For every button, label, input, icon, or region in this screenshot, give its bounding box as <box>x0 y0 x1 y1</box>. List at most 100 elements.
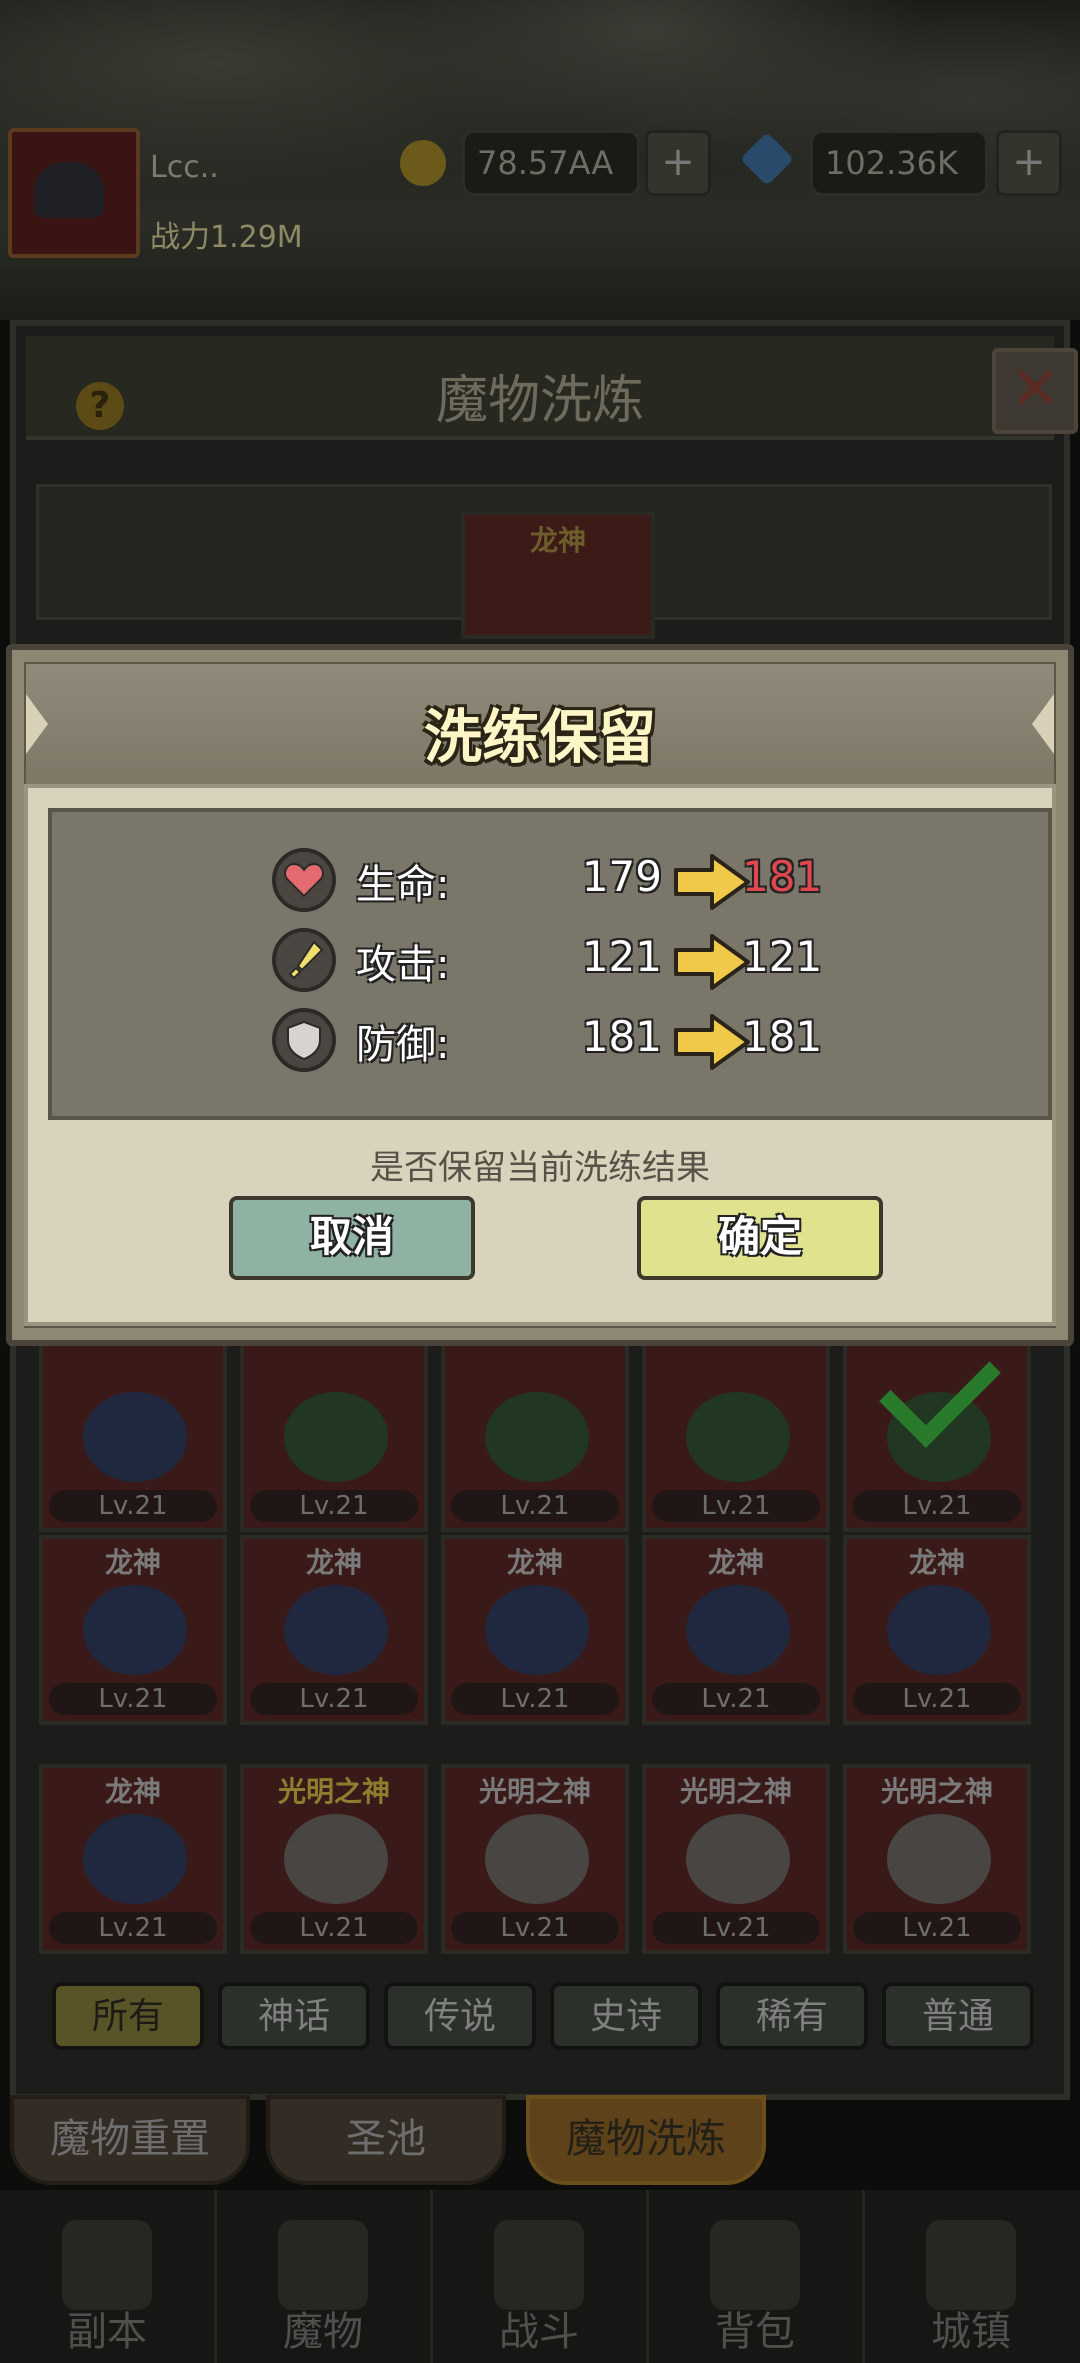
player-name: Lcc.. <box>150 150 219 185</box>
monster-card[interactable]: 光明之神 Lv.21 <box>441 1764 629 1954</box>
gold-amount: 78.57AA <box>462 130 640 196</box>
power-value: 战力1.29M <box>150 220 303 255</box>
monster-level: Lv.21 <box>853 1912 1021 1944</box>
monster-portrait <box>686 1585 790 1675</box>
monster-name: 龙神 <box>506 1546 563 1579</box>
monster-card[interactable]: 龙神 Lv.21 <box>441 1535 629 1725</box>
gem-amount: 102.36K <box>810 130 988 196</box>
nav-town[interactable]: 城镇 <box>864 2190 1078 2363</box>
arrow-right-icon <box>674 934 750 990</box>
monster-card[interactable]: Lv.21 <box>441 1342 629 1532</box>
filter-button[interactable]: 所有 <box>52 1982 204 2050</box>
monster-level: Lv.21 <box>451 1490 619 1522</box>
monster-portrait <box>686 1814 790 1904</box>
nav-label: 魔物 <box>283 2309 363 2355</box>
gold-coin-icon <box>400 140 446 186</box>
nav-label: 背包 <box>715 2309 795 2355</box>
avatar-face <box>34 162 104 218</box>
filter-button[interactable]: 稀有 <box>716 1982 868 2050</box>
monster-level: Lv.21 <box>652 1683 820 1715</box>
confirm-button[interactable]: 确定 <box>631 1190 889 1286</box>
monster-level: Lv.21 <box>49 1490 217 1522</box>
stat-old-value: 179 <box>581 852 662 901</box>
monster-card[interactable]: 光明之神 Lv.21 <box>843 1764 1031 1954</box>
stat-new-value: 181 <box>742 852 823 901</box>
nav-battle[interactable]: 战斗 <box>432 2190 649 2363</box>
monster-portrait <box>83 1392 187 1482</box>
monster-name: 光明之神 <box>880 1775 993 1808</box>
tab-holy-pool[interactable]: 圣池 <box>266 2095 506 2185</box>
town-icon <box>926 2220 1016 2310</box>
stat-label: 攻击: <box>356 942 450 988</box>
stats-box: 生命: 179 181 攻击: 121 121 防御: 181 181 <box>48 808 1052 1120</box>
monster-level: Lv.21 <box>49 1683 217 1715</box>
monster-name: 龙神 <box>104 1546 161 1579</box>
shield-icon <box>272 1008 336 1072</box>
monster-name: 光明之神 <box>277 1775 390 1808</box>
monster-portrait <box>83 1585 187 1675</box>
close-button[interactable]: ✕ <box>992 348 1078 434</box>
stat-label: 防御: <box>356 1022 450 1068</box>
monster-portrait <box>284 1585 388 1675</box>
dungeon-icon <box>62 2220 152 2310</box>
monster-portrait <box>485 1814 589 1904</box>
monster-level: Lv.21 <box>49 1912 217 1944</box>
sword-icon <box>272 928 336 992</box>
monster-level: Lv.21 <box>250 1490 418 1522</box>
filter-button[interactable]: 神话 <box>218 1982 370 2050</box>
monster-portrait <box>887 1814 991 1904</box>
filter-button[interactable]: 普通 <box>882 1982 1034 2050</box>
keep-refine-dialog: 洗练保留 生命: 179 181 攻击: 121 121 防御: 181 181… <box>6 644 1074 1346</box>
stat-old-value: 121 <box>581 932 662 981</box>
avatar[interactable] <box>8 128 140 258</box>
monster-card[interactable]: 龙神 Lv.21 <box>843 1535 1031 1725</box>
preview-name: 龙神 <box>529 524 586 557</box>
dialog-body: 生命: 179 181 攻击: 121 121 防御: 181 181 是否保留… <box>24 784 1056 1326</box>
add-gold-button[interactable]: + <box>645 130 711 196</box>
nav-label: 副本 <box>67 2309 147 2355</box>
monster-card[interactable]: 龙神 Lv.21 <box>240 1535 428 1725</box>
filter-button[interactable]: 史诗 <box>550 1982 702 2050</box>
stat-row-attack: 攻击: 121 121 <box>52 926 1048 998</box>
add-gems-button[interactable]: + <box>996 130 1062 196</box>
monster-card[interactable]: Lv.21 <box>240 1342 428 1532</box>
preview-card: 龙神 <box>461 511 655 639</box>
panel-title-bar: ? 魔物洗炼 ✕ <box>26 336 1078 440</box>
monster-card[interactable]: Lv.21 <box>843 1326 1031 1532</box>
monster-card[interactable]: Lv.21 <box>39 1342 227 1532</box>
tab-monster-reset[interactable]: 魔物重置 <box>10 2095 250 2185</box>
nav-dungeon[interactable]: 副本 <box>0 2190 217 2363</box>
swords-icon <box>494 2220 584 2310</box>
tab-monster-refine[interactable]: 魔物洗炼 <box>526 2095 766 2185</box>
heart-icon <box>272 848 336 912</box>
monster-portrait <box>686 1392 790 1482</box>
monster-portrait <box>284 1392 388 1482</box>
nav-bag[interactable]: 背包 <box>648 2190 865 2363</box>
monster-card[interactable]: 龙神 Lv.21 <box>642 1535 830 1725</box>
dialog-title: 洗练保留 <box>423 703 656 771</box>
monster-portrait <box>887 1585 991 1675</box>
bag-icon <box>710 2220 800 2310</box>
monster-name: 龙神 <box>104 1775 161 1808</box>
confirm-question: 是否保留当前洗练结果 <box>370 1148 710 1188</box>
monster-card[interactable]: 光明之神 Lv.21 <box>642 1764 830 1954</box>
filter-button[interactable]: 传说 <box>384 1982 536 2050</box>
cancel-button[interactable]: 取消 <box>223 1190 481 1286</box>
nav-monster[interactable]: 魔物 <box>216 2190 433 2363</box>
monster-portrait <box>284 1814 388 1904</box>
monster-card[interactable]: 龙神 Lv.21 <box>39 1764 227 1954</box>
panel-title: 魔物洗炼 <box>435 371 644 431</box>
monster-name: 光明之神 <box>679 1775 792 1808</box>
stat-label: 生命: <box>356 862 450 908</box>
monster-level: Lv.21 <box>451 1912 619 1944</box>
monster-level: Lv.21 <box>250 1912 418 1944</box>
monster-card[interactable]: Lv.21 <box>642 1342 830 1532</box>
monster-icon <box>278 2220 368 2310</box>
stat-row-hp: 生命: 179 181 <box>52 846 1048 918</box>
stat-row-defense: 防御: 181 181 <box>52 1006 1048 1078</box>
monster-card[interactable]: 龙神 Lv.21 <box>39 1535 227 1725</box>
monster-name: 光明之神 <box>478 1775 591 1808</box>
nav-label: 战斗 <box>499 2309 579 2355</box>
monster-card[interactable]: 光明之神 Lv.21 <box>240 1764 428 1954</box>
top-hud: Lcc.. 战力1.29M 78.57AA + 102.36K + <box>0 0 1080 320</box>
